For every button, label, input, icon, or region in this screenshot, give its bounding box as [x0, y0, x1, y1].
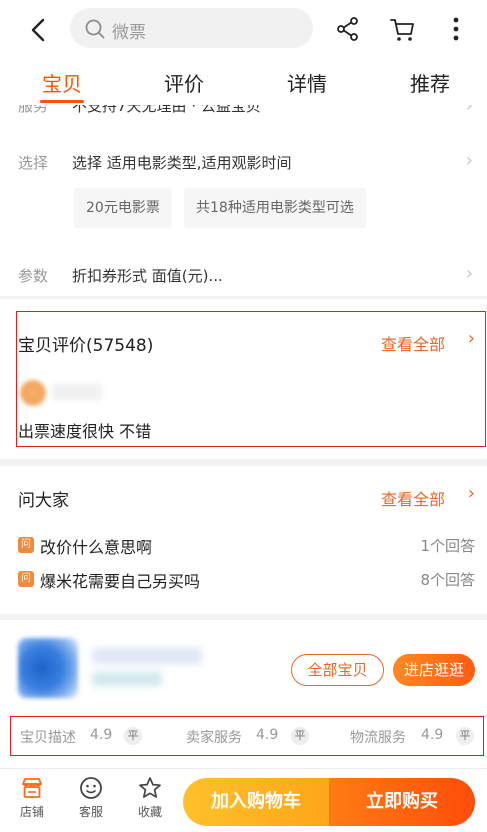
all-items-button[interactable]: 全部宝贝 — [291, 654, 384, 686]
chevron-right-icon: › — [465, 105, 473, 116]
answer-count: 8个回答 — [420, 571, 475, 589]
question-badge-icon: 问 — [18, 537, 34, 553]
chevron-right-icon[interactable]: › — [466, 150, 473, 171]
answer-count: 1个回答 — [420, 537, 475, 555]
params-label: 参数 — [18, 267, 49, 285]
question-badge-icon: 问 — [18, 571, 34, 587]
tab-recommend[interactable]: 推荐 — [410, 68, 450, 97]
customer-service-icon — [80, 777, 102, 799]
tab-reviews[interactable]: 评价 — [164, 68, 204, 97]
service-row[interactable]: 服务 不支持7天无理由 · 公益宝贝 › — [0, 105, 487, 127]
add-to-cart-button[interactable]: 加入购物车 — [183, 778, 329, 826]
select-label: 选择 — [18, 154, 49, 172]
search-placeholder: 微票 — [112, 23, 146, 43]
star-icon — [139, 777, 161, 798]
store-icon — [22, 778, 42, 798]
highlight-box-reviews — [16, 311, 486, 447]
qa-title: 问大家 — [18, 491, 69, 511]
store-button[interactable]: 店铺 — [10, 775, 54, 820]
back-icon[interactable] — [24, 15, 54, 45]
more-icon[interactable] — [441, 14, 471, 44]
search-bar[interactable]: 微票 — [70, 8, 313, 48]
active-tab-indicator — [40, 100, 84, 103]
params-value[interactable]: 折扣券形式 面值(元)... — [72, 265, 223, 286]
question-text[interactable]: 爆米花需要自己另买吗 — [40, 568, 200, 592]
option-chip[interactable]: 20元电影票 — [74, 188, 172, 228]
top-bar: 微票 — [0, 0, 487, 60]
tab-bar: 宝贝 评价 详情 推荐 — [0, 60, 487, 105]
search-icon — [85, 19, 105, 39]
shop-subtitle-blurred — [92, 672, 162, 686]
store-label: 店铺 — [19, 805, 44, 819]
service-label: 服务 — [18, 105, 49, 115]
qa-see-all-link[interactable]: 查看全部 — [381, 486, 445, 510]
chevron-right-icon[interactable]: › — [466, 263, 473, 284]
buy-now-button[interactable]: 立即购买 — [329, 778, 475, 826]
cart-icon[interactable] — [387, 14, 417, 44]
service-value: 不支持7天无理由 · 公益宝贝 — [72, 105, 261, 115]
question-text[interactable]: 改价什么意思啊 — [40, 534, 152, 558]
shop-logo[interactable] — [18, 638, 78, 698]
share-icon[interactable] — [333, 14, 363, 44]
select-value[interactable]: 选择 适用电影类型,适用观影时间 — [72, 152, 292, 173]
customer-service-label: 客服 — [78, 805, 103, 819]
enter-shop-button[interactable]: 进店逛逛 — [393, 654, 475, 686]
tab-item[interactable]: 宝贝 — [42, 68, 82, 97]
favorite-label: 收藏 — [137, 805, 162, 819]
chevron-right-icon[interactable]: › — [468, 483, 475, 504]
highlight-box-ratings — [10, 716, 484, 756]
favorite-button[interactable]: 收藏 — [128, 775, 172, 820]
shop-name-blurred — [92, 648, 202, 664]
tab-details[interactable]: 详情 — [287, 68, 327, 97]
option-chip[interactable]: 共18种适用电影类型可选 — [184, 188, 366, 228]
customer-service-button[interactable]: 客服 — [69, 775, 113, 820]
